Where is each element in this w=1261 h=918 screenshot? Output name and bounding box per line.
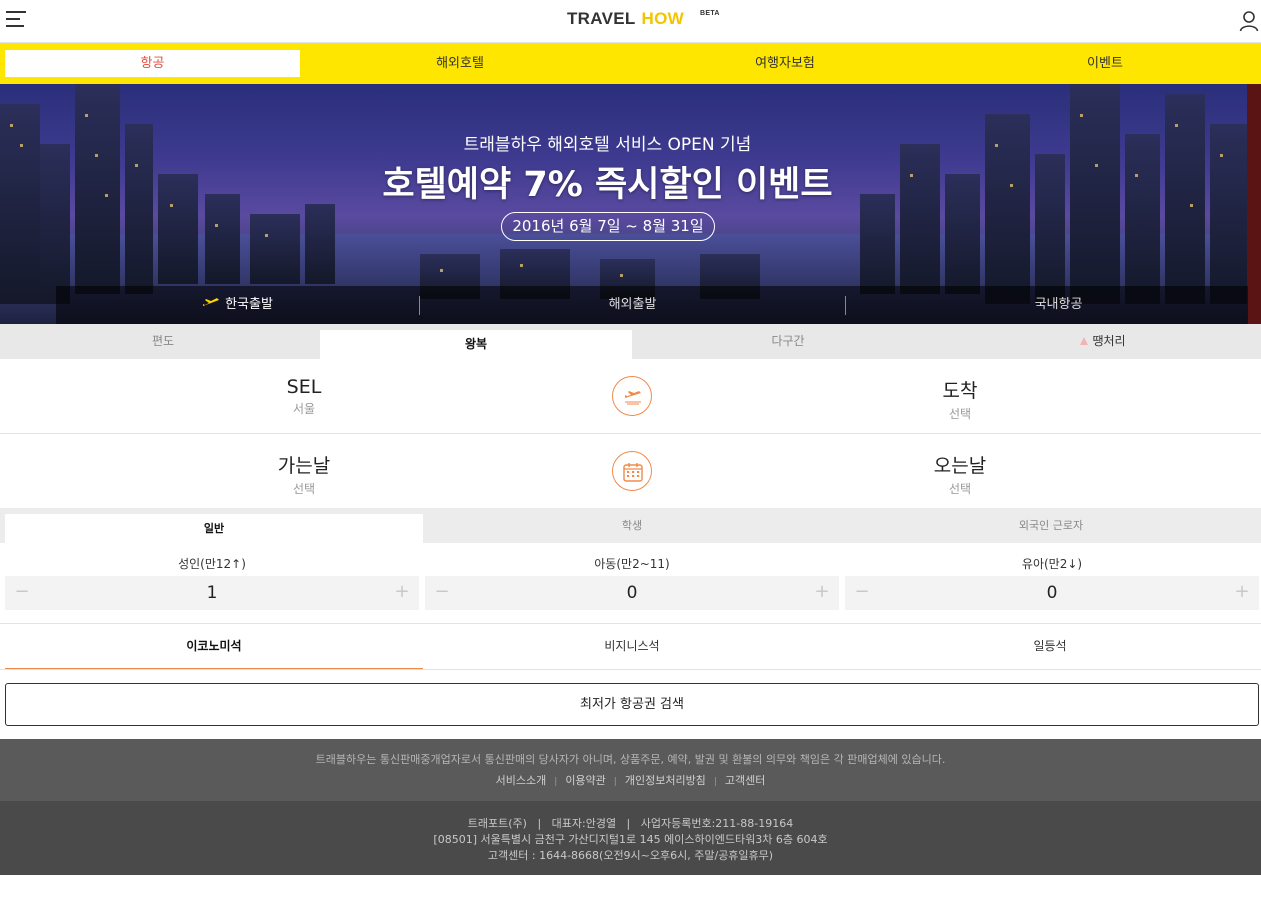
trip-type-tabs: 편도 왕복 다구간 땡처리	[0, 324, 1261, 359]
link-customer-center[interactable]: 고객센터	[725, 774, 765, 787]
calendar-icon	[623, 463, 643, 482]
tab-overseas-hotel[interactable]: 해외호텔	[310, 50, 610, 77]
divider	[0, 669, 1261, 670]
link-separator: |	[554, 777, 558, 787]
link-privacy[interactable]: 개인정보처리방침	[625, 774, 706, 787]
logo-how: HOW	[641, 9, 684, 28]
footer-company-info: 트래포트(주) | 대표자:안경열 | 사업자등록번호:211-88-19164…	[0, 801, 1261, 875]
return-date-field[interactable]: 오는날 선택	[810, 434, 1110, 497]
link-separator: |	[713, 777, 717, 787]
airplane-icon	[203, 298, 220, 306]
tab-travel-insurance[interactable]: 여행자보험	[635, 50, 935, 77]
hamburger-menu-icon[interactable]	[6, 11, 26, 29]
tab-domestic-flight[interactable]: 국내항공	[846, 286, 1261, 324]
child-count: 0	[626, 583, 638, 603]
infant-stepper: − 0 +	[845, 576, 1259, 610]
adult-count: 1	[206, 583, 218, 603]
tab-flight[interactable]: 항공	[5, 50, 300, 77]
footer-notice: 트래블하우는 통신판매중개업자로서 통신판매의 당사자가 아니며, 상품주문, …	[0, 739, 1261, 801]
tab-business[interactable]: 비지니스석	[423, 624, 841, 670]
tab-one-way[interactable]: 편도	[0, 324, 326, 359]
tab-multi-city[interactable]: 다구간	[632, 324, 944, 359]
tab-general[interactable]: 일반	[5, 514, 423, 543]
banner-subtitle: 트래블하우 해외호텔 서비스 OPEN 기념	[463, 135, 752, 155]
tab-economy[interactable]: 이코노미석	[5, 624, 423, 670]
tab-korea-departure[interactable]: 한국출발	[56, 286, 419, 324]
return-date-sub: 선택	[948, 482, 972, 496]
event-banner[interactable]: 트래블하우 해외호텔 서비스 OPEN 기념 호텔예약 7% 즉시할인 이벤트 …	[0, 84, 1261, 324]
origin-name: 서울	[292, 402, 316, 416]
destination-field[interactable]: 도착 선택	[810, 359, 1110, 422]
logo-beta: BETA	[700, 10, 720, 17]
infant-count: 0	[1046, 583, 1058, 603]
passenger-type-tabs: 일반 학생 외국인 근로자	[0, 508, 1261, 543]
depart-date-label: 가는날	[277, 455, 331, 477]
address-line: [08501] 서울특별시 금천구 가산디지털1로 145 에이스하이엔드타워3…	[433, 833, 828, 846]
tab-last-minute-label: 땡처리	[1092, 334, 1126, 348]
tab-first-class[interactable]: 일등석	[841, 624, 1259, 670]
destination-label: 도착	[942, 380, 978, 402]
child-minus-button[interactable]: −	[425, 576, 459, 610]
header: TRAVEL HOW BETA	[0, 0, 1261, 43]
last-minute-icon	[1080, 337, 1089, 345]
link-terms[interactable]: 이용약관	[565, 774, 605, 787]
swap-route-button[interactable]	[612, 376, 652, 416]
infant-minus-button[interactable]: −	[845, 576, 879, 610]
adult-label: 성인(만12↑)	[178, 557, 246, 571]
tab-event[interactable]: 이벤트	[955, 50, 1255, 77]
child-plus-button[interactable]: +	[805, 576, 839, 610]
footer-links: 서비스소개 | 이용약관 | 개인정보처리방침 | 고객센터	[0, 772, 1261, 788]
return-date-label: 오는날	[933, 455, 987, 477]
airplane-swap-icon	[625, 391, 641, 405]
origin-field[interactable]: SEL 서울	[154, 359, 454, 417]
link-separator: |	[613, 777, 617, 787]
company-line: 트래포트(주) | 대표자:안경열 | 사업자등록번호:211-88-19164	[467, 817, 794, 830]
banner-date: 2016년 6월 7일 ~ 8월 31일	[501, 212, 715, 241]
footer-notice-text: 트래블하우는 통신판매중개업자로서 통신판매의 당사자가 아니며, 상품주문, …	[315, 753, 946, 766]
infant-plus-button[interactable]: +	[1225, 576, 1259, 610]
origin-code: SEL	[286, 376, 322, 398]
departure-tabs: 한국출발 해외출발 국내항공	[56, 286, 1248, 324]
infant-label: 유아(만2↓)	[1021, 557, 1083, 571]
tab-foreign-worker[interactable]: 외국인 근로자	[841, 508, 1261, 543]
main-tabs: 항공 해외호텔 여행자보험 이벤트	[0, 43, 1261, 84]
logo-travel: TRAVEL	[567, 9, 636, 28]
tab-round-trip[interactable]: 왕복	[320, 330, 632, 359]
link-service-intro[interactable]: 서비스소개	[496, 774, 547, 787]
date-row: 가는날 선택 오는날 선택	[0, 434, 1261, 509]
banner-title: 호텔예약 7% 즉시할인 이벤트	[382, 165, 833, 205]
tab-student[interactable]: 학생	[423, 508, 841, 543]
adult-stepper: − 1 +	[5, 576, 419, 610]
depart-date-field[interactable]: 가는날 선택	[154, 434, 454, 497]
child-stepper: − 0 +	[425, 576, 839, 610]
search-flights-button[interactable]: 최저가 항공권 검색	[5, 683, 1259, 726]
user-icon[interactable]	[1239, 10, 1259, 32]
depart-date-sub: 선택	[292, 482, 316, 496]
tab-last-minute[interactable]: 땡처리	[944, 324, 1261, 359]
adult-minus-button[interactable]: −	[5, 576, 39, 610]
tab-korea-departure-label: 한국출발	[225, 297, 273, 312]
logo[interactable]: TRAVEL HOW BETA	[567, 9, 719, 29]
child-label: 아동(만2~11)	[594, 557, 670, 571]
customer-service-line: 고객센터 : 1644-8668(오전9시~오후6시, 주말/공휴일휴무)	[487, 849, 774, 862]
calendar-button[interactable]	[612, 451, 652, 491]
route-row: SEL 서울 도착 선택	[0, 359, 1261, 434]
tab-overseas-departure[interactable]: 해외출발	[420, 286, 845, 324]
adult-plus-button[interactable]: +	[385, 576, 419, 610]
destination-sub: 선택	[948, 407, 972, 421]
